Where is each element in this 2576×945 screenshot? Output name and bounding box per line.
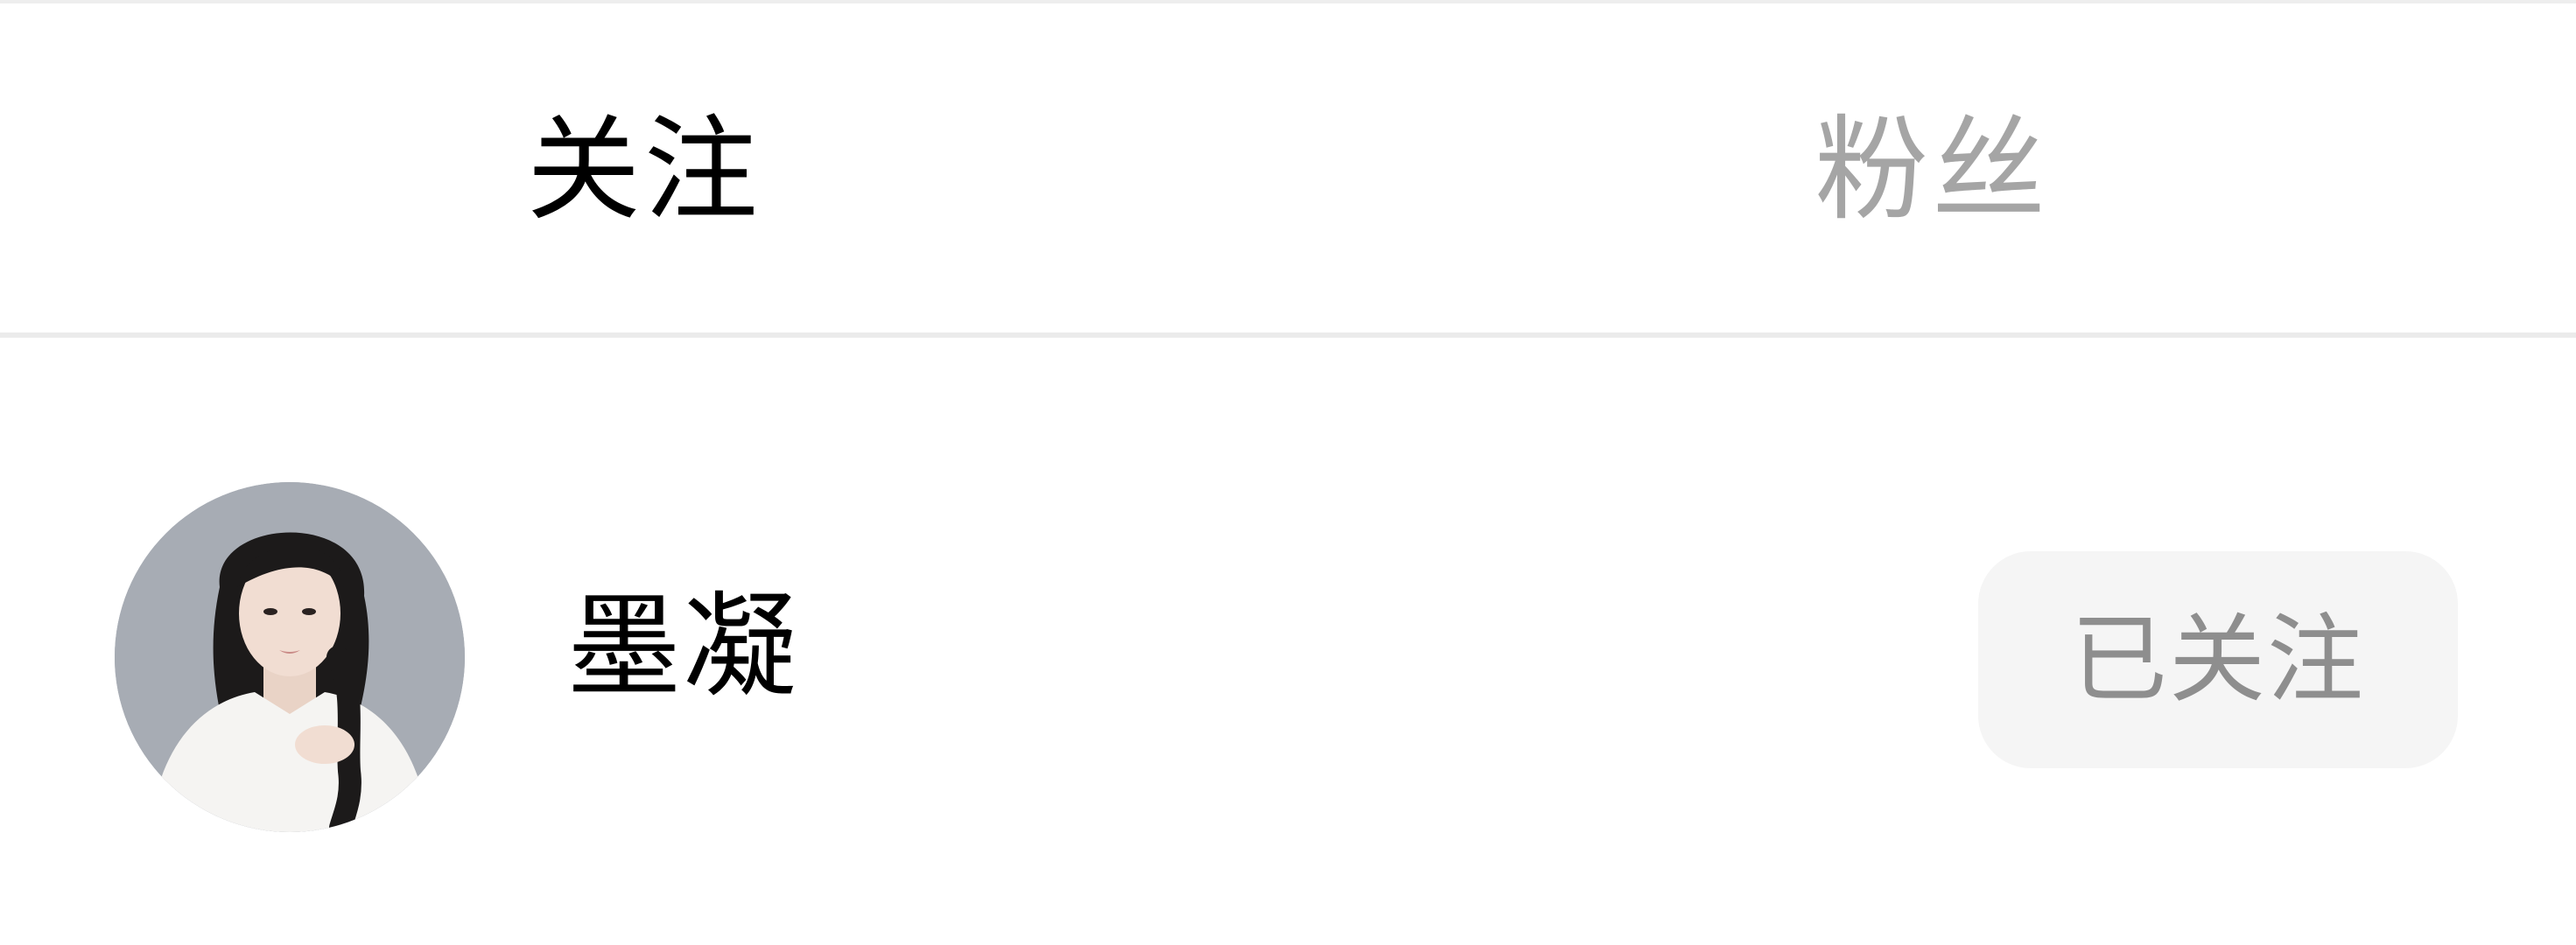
avatar[interactable] bbox=[115, 482, 465, 832]
tab-bar: 关注 粉丝 bbox=[0, 4, 2576, 336]
following-status-button[interactable]: 已关注 bbox=[1978, 551, 2458, 768]
tab-followers-label: 粉丝 bbox=[1814, 103, 2050, 236]
user-name[interactable]: 墨凝 bbox=[567, 590, 798, 704]
following-list: 墨凝 已关注 bbox=[0, 338, 2576, 945]
following-status-label: 已关注 bbox=[2071, 604, 2365, 716]
tab-following[interactable]: 关注 bbox=[0, 4, 1288, 336]
list-item[interactable]: 墨凝 已关注 bbox=[0, 338, 2576, 945]
following-page: 关注 粉丝 墨凝 已关注 bbox=[0, 0, 2576, 945]
tab-following-label: 关注 bbox=[526, 103, 762, 236]
tab-followers[interactable]: 粉丝 bbox=[1288, 4, 2576, 336]
avatar-image bbox=[115, 482, 465, 832]
